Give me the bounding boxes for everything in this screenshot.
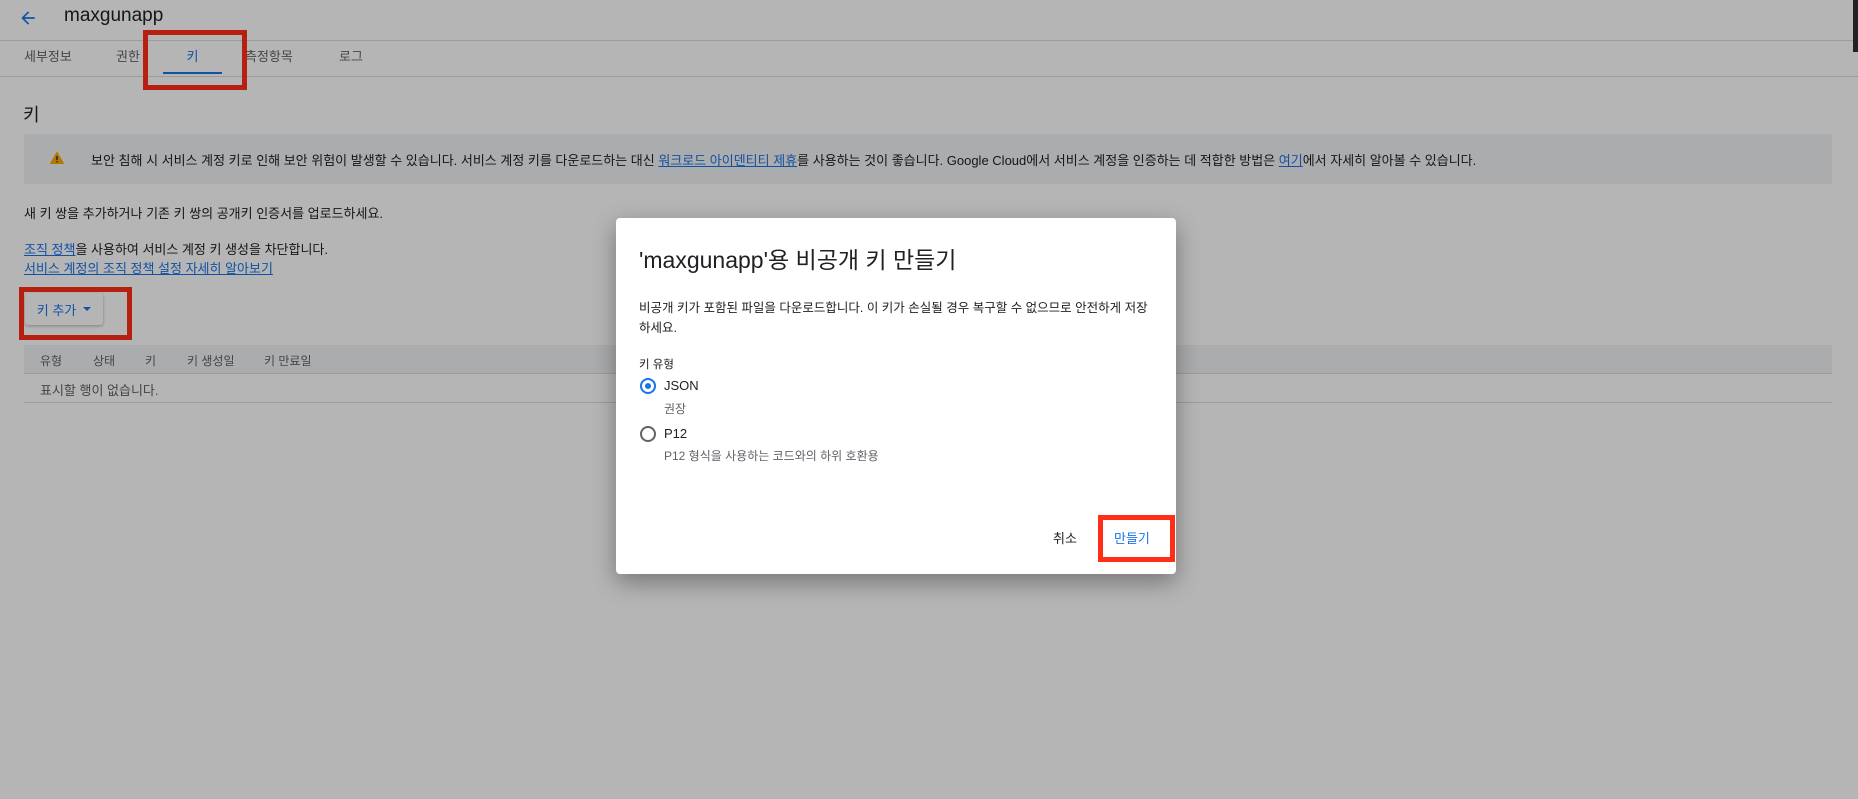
option-json-label[interactable]: JSON <box>664 378 699 393</box>
service-account-page: maxgunapp 세부정보 권한 키 측정항목 로그 키 보안 침해 시 서비… <box>0 0 1858 799</box>
create-private-key-dialog: 'maxgunapp'용 비공개 키 만들기 비공개 키가 포함된 파일을 다운… <box>616 218 1176 574</box>
option-json-sub: 권장 <box>664 402 687 416</box>
radio-json[interactable] <box>640 378 656 394</box>
dialog-title: 'maxgunapp'용 비공개 키 만들기 <box>639 247 957 273</box>
cancel-button[interactable]: 취소 <box>1053 528 1077 547</box>
option-p12-label[interactable]: P12 <box>664 426 687 441</box>
dialog-description: 비공개 키가 포함된 파일을 다운로드합니다. 이 키가 손실될 경우 복구할 … <box>639 301 1148 335</box>
option-p12-sub: P12 형식을 사용하는 코드와의 하위 호환용 <box>664 449 879 463</box>
key-type-label: 키 유형 <box>639 359 674 371</box>
highlight-box-create <box>1098 515 1175 562</box>
radio-p12[interactable] <box>640 426 656 442</box>
scrollbar[interactable] <box>1853 0 1858 52</box>
